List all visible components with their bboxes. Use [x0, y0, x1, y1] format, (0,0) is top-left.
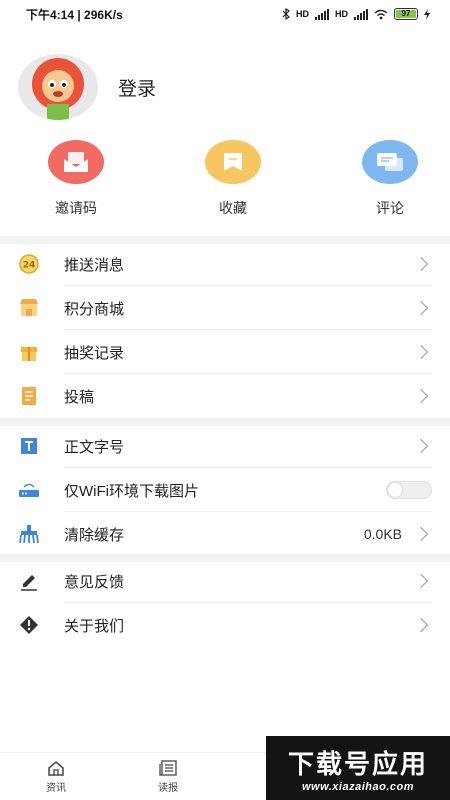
menu-label: 正文字号 — [64, 438, 125, 456]
tab-label: 资讯 — [46, 782, 66, 794]
router-icon — [18, 479, 40, 501]
invite-code-label: 邀请码 — [55, 200, 97, 216]
tab-read-paper[interactable]: 读报 — [112, 753, 224, 800]
comments-label: 评论 — [376, 200, 404, 216]
menu-item-wifi-only-images: 仅WiFi环境下载图片 — [0, 468, 450, 512]
menu-item-about-us[interactable]: 关于我们 — [0, 603, 450, 647]
menu-label: 推送消息 — [64, 256, 125, 274]
badge-24-icon: 24 — [18, 253, 40, 275]
chevron-right-icon — [413, 344, 429, 360]
menu-label: 意见反馈 — [64, 573, 125, 591]
charging-icon — [424, 8, 430, 20]
menu-item-points-mall[interactable]: 积分商城 — [0, 286, 450, 330]
profile-section[interactable]: 登录 — [18, 54, 156, 120]
wifi-icon — [374, 9, 388, 19]
menu-label: 清除缓存 — [64, 526, 125, 544]
menu-item-lottery-records[interactable]: 抽奖记录 — [0, 330, 450, 374]
favorites-label: 收藏 — [219, 200, 247, 216]
comments-button[interactable]: 评论 — [360, 140, 420, 218]
menu-item-clear-cache[interactable]: 清除缓存 0.0KB — [0, 512, 450, 556]
tab-label: 读报 — [158, 782, 178, 794]
chat-bubble-icon — [362, 140, 418, 184]
shop-icon — [18, 297, 40, 319]
chevron-right-icon — [413, 438, 429, 454]
quick-actions: 邀请码 收藏 评论 — [0, 140, 450, 218]
text-size-icon — [18, 435, 40, 457]
cache-size-value: 0.0KB — [363, 526, 402, 542]
bluetooth-icon — [282, 8, 290, 20]
invite-code-button[interactable]: 邀请码 — [46, 140, 106, 218]
gift-icon — [18, 341, 40, 363]
menu-item-font-size[interactable]: 正文字号 — [0, 424, 450, 468]
menu-label: 仅WiFi环境下载图片 — [64, 482, 199, 500]
chevron-right-icon — [413, 617, 429, 633]
tab-news[interactable]: 资讯 — [0, 753, 112, 800]
menu-label: 投稿 — [64, 388, 95, 406]
toggle-knob — [388, 483, 402, 497]
envelope-icon — [48, 140, 104, 184]
chevron-right-icon — [413, 388, 429, 404]
avatar[interactable] — [18, 54, 98, 120]
signal-icon-1 — [315, 8, 329, 20]
signal-icon-2 — [354, 8, 368, 20]
chevron-right-icon — [413, 300, 429, 316]
document-icon — [18, 385, 40, 407]
login-label[interactable]: 登录 — [118, 74, 156, 101]
favorites-button[interactable]: 收藏 — [203, 140, 263, 218]
menu-label: 积分商城 — [64, 300, 125, 318]
home-icon — [48, 760, 64, 776]
hd-label-1: HD — [296, 9, 309, 19]
menu-item-submit-article[interactable]: 投稿 — [0, 374, 450, 418]
broom-icon — [18, 523, 40, 545]
watermark-url: www.xiazaihao.com — [301, 780, 414, 793]
newspaper-icon — [159, 759, 177, 776]
status-time: 下午4:14 | 296K/s — [26, 7, 123, 22]
site-watermark: 下载号应用 www.xiazaihao.com — [266, 736, 450, 800]
chevron-right-icon — [413, 256, 429, 272]
menu-item-push-messages[interactable]: 24 推送消息 — [0, 242, 450, 286]
status-icons: HD HD 97 — [282, 8, 430, 20]
info-icon — [18, 614, 40, 636]
status-bar: 下午4:14 | 296K/s HD HD 97 — [0, 0, 450, 28]
menu-label: 关于我们 — [64, 617, 125, 635]
watermark-title: 下载号应用 — [287, 749, 428, 780]
lion-mascot-icon — [32, 58, 84, 120]
pen-icon — [18, 570, 40, 592]
menu-label: 抽奖记录 — [64, 344, 125, 362]
battery-level: 97 — [396, 10, 416, 18]
battery-icon: 97 — [394, 8, 418, 20]
hd-label-2: HD — [335, 9, 348, 19]
menu-item-feedback[interactable]: 意见反馈 — [0, 559, 450, 603]
chevron-right-icon — [413, 526, 429, 542]
svg-text:24: 24 — [23, 261, 36, 271]
bookmark-icon — [205, 140, 261, 184]
chevron-right-icon — [413, 573, 429, 589]
wifi-only-toggle[interactable] — [386, 481, 432, 499]
